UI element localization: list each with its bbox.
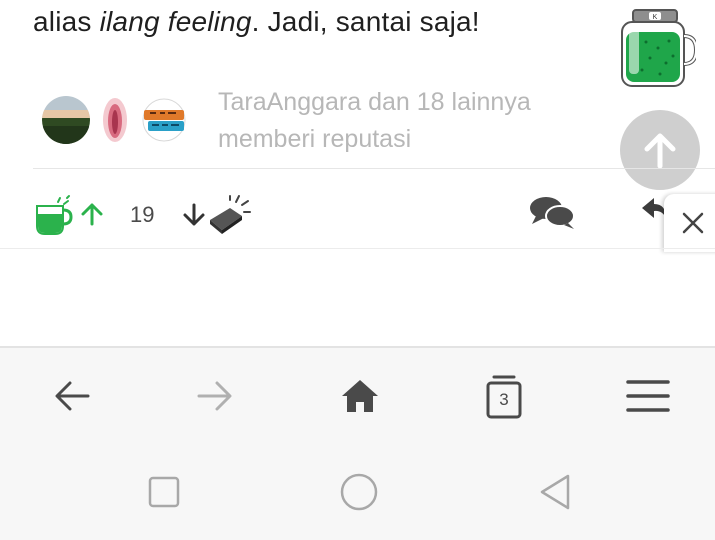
comment-button[interactable] [528,194,578,235]
tab-count: 3 [499,390,509,409]
share-arrow-icon [642,198,666,218]
triangle-back-icon [540,474,570,510]
downvote-button[interactable] [182,203,206,232]
avatar[interactable] [42,96,90,149]
brick-icon[interactable] [208,194,252,239]
post-text-suffix: . Jadi, santai saja! [251,6,480,37]
forward-button[interactable] [197,380,233,417]
post-text-italic: ilang feeling [99,6,252,37]
hamburger-menu-icon [626,380,670,412]
arrow-up-icon [644,133,676,169]
square-icon [148,476,180,508]
arrow-down-icon [183,203,205,226]
avatar[interactable] [100,96,130,149]
recents-button[interactable] [148,476,180,513]
share-button[interactable] [640,196,666,227]
arrow-left-icon [55,381,90,411]
arrow-up-green-icon [81,203,103,226]
chat-bubbles-icon [530,197,575,229]
content-bottom-divider [0,248,715,249]
close-tab[interactable] [664,194,715,252]
svg-text:K: K [653,14,658,21]
arrow-right-icon [197,381,232,411]
divider [33,168,715,169]
avatar[interactable] [140,96,188,149]
post-text-prefix: alias [33,6,100,37]
kaskus-jar-icon: K [614,8,699,95]
close-icon [682,212,704,234]
menu-button[interactable] [626,378,670,419]
system-back-button[interactable] [538,474,572,515]
reputation-givers: TaraAnggara dan 18 lainnya [218,88,531,116]
system-nav-bar [0,438,715,540]
scroll-to-top-button[interactable] [620,110,700,190]
back-button[interactable] [54,380,90,417]
upvote-button[interactable] [80,202,104,231]
reputation-text[interactable]: TaraAnggara dan 18 lainnya memberi reput… [218,84,531,158]
circle-icon [340,473,378,511]
cendol-cup-icon[interactable] [34,194,74,241]
home-icon [342,380,378,412]
browser-toolbar: 3 [0,346,715,440]
post-text: alias ilang feeling. Jadi, santai saja! [33,6,480,38]
system-home-button[interactable] [340,473,378,516]
vote-count: 19 [130,202,155,227]
home-button[interactable] [340,378,380,419]
tabs-button[interactable]: 3 [486,374,522,420]
reputation-label: memberi reputasi [218,125,412,153]
